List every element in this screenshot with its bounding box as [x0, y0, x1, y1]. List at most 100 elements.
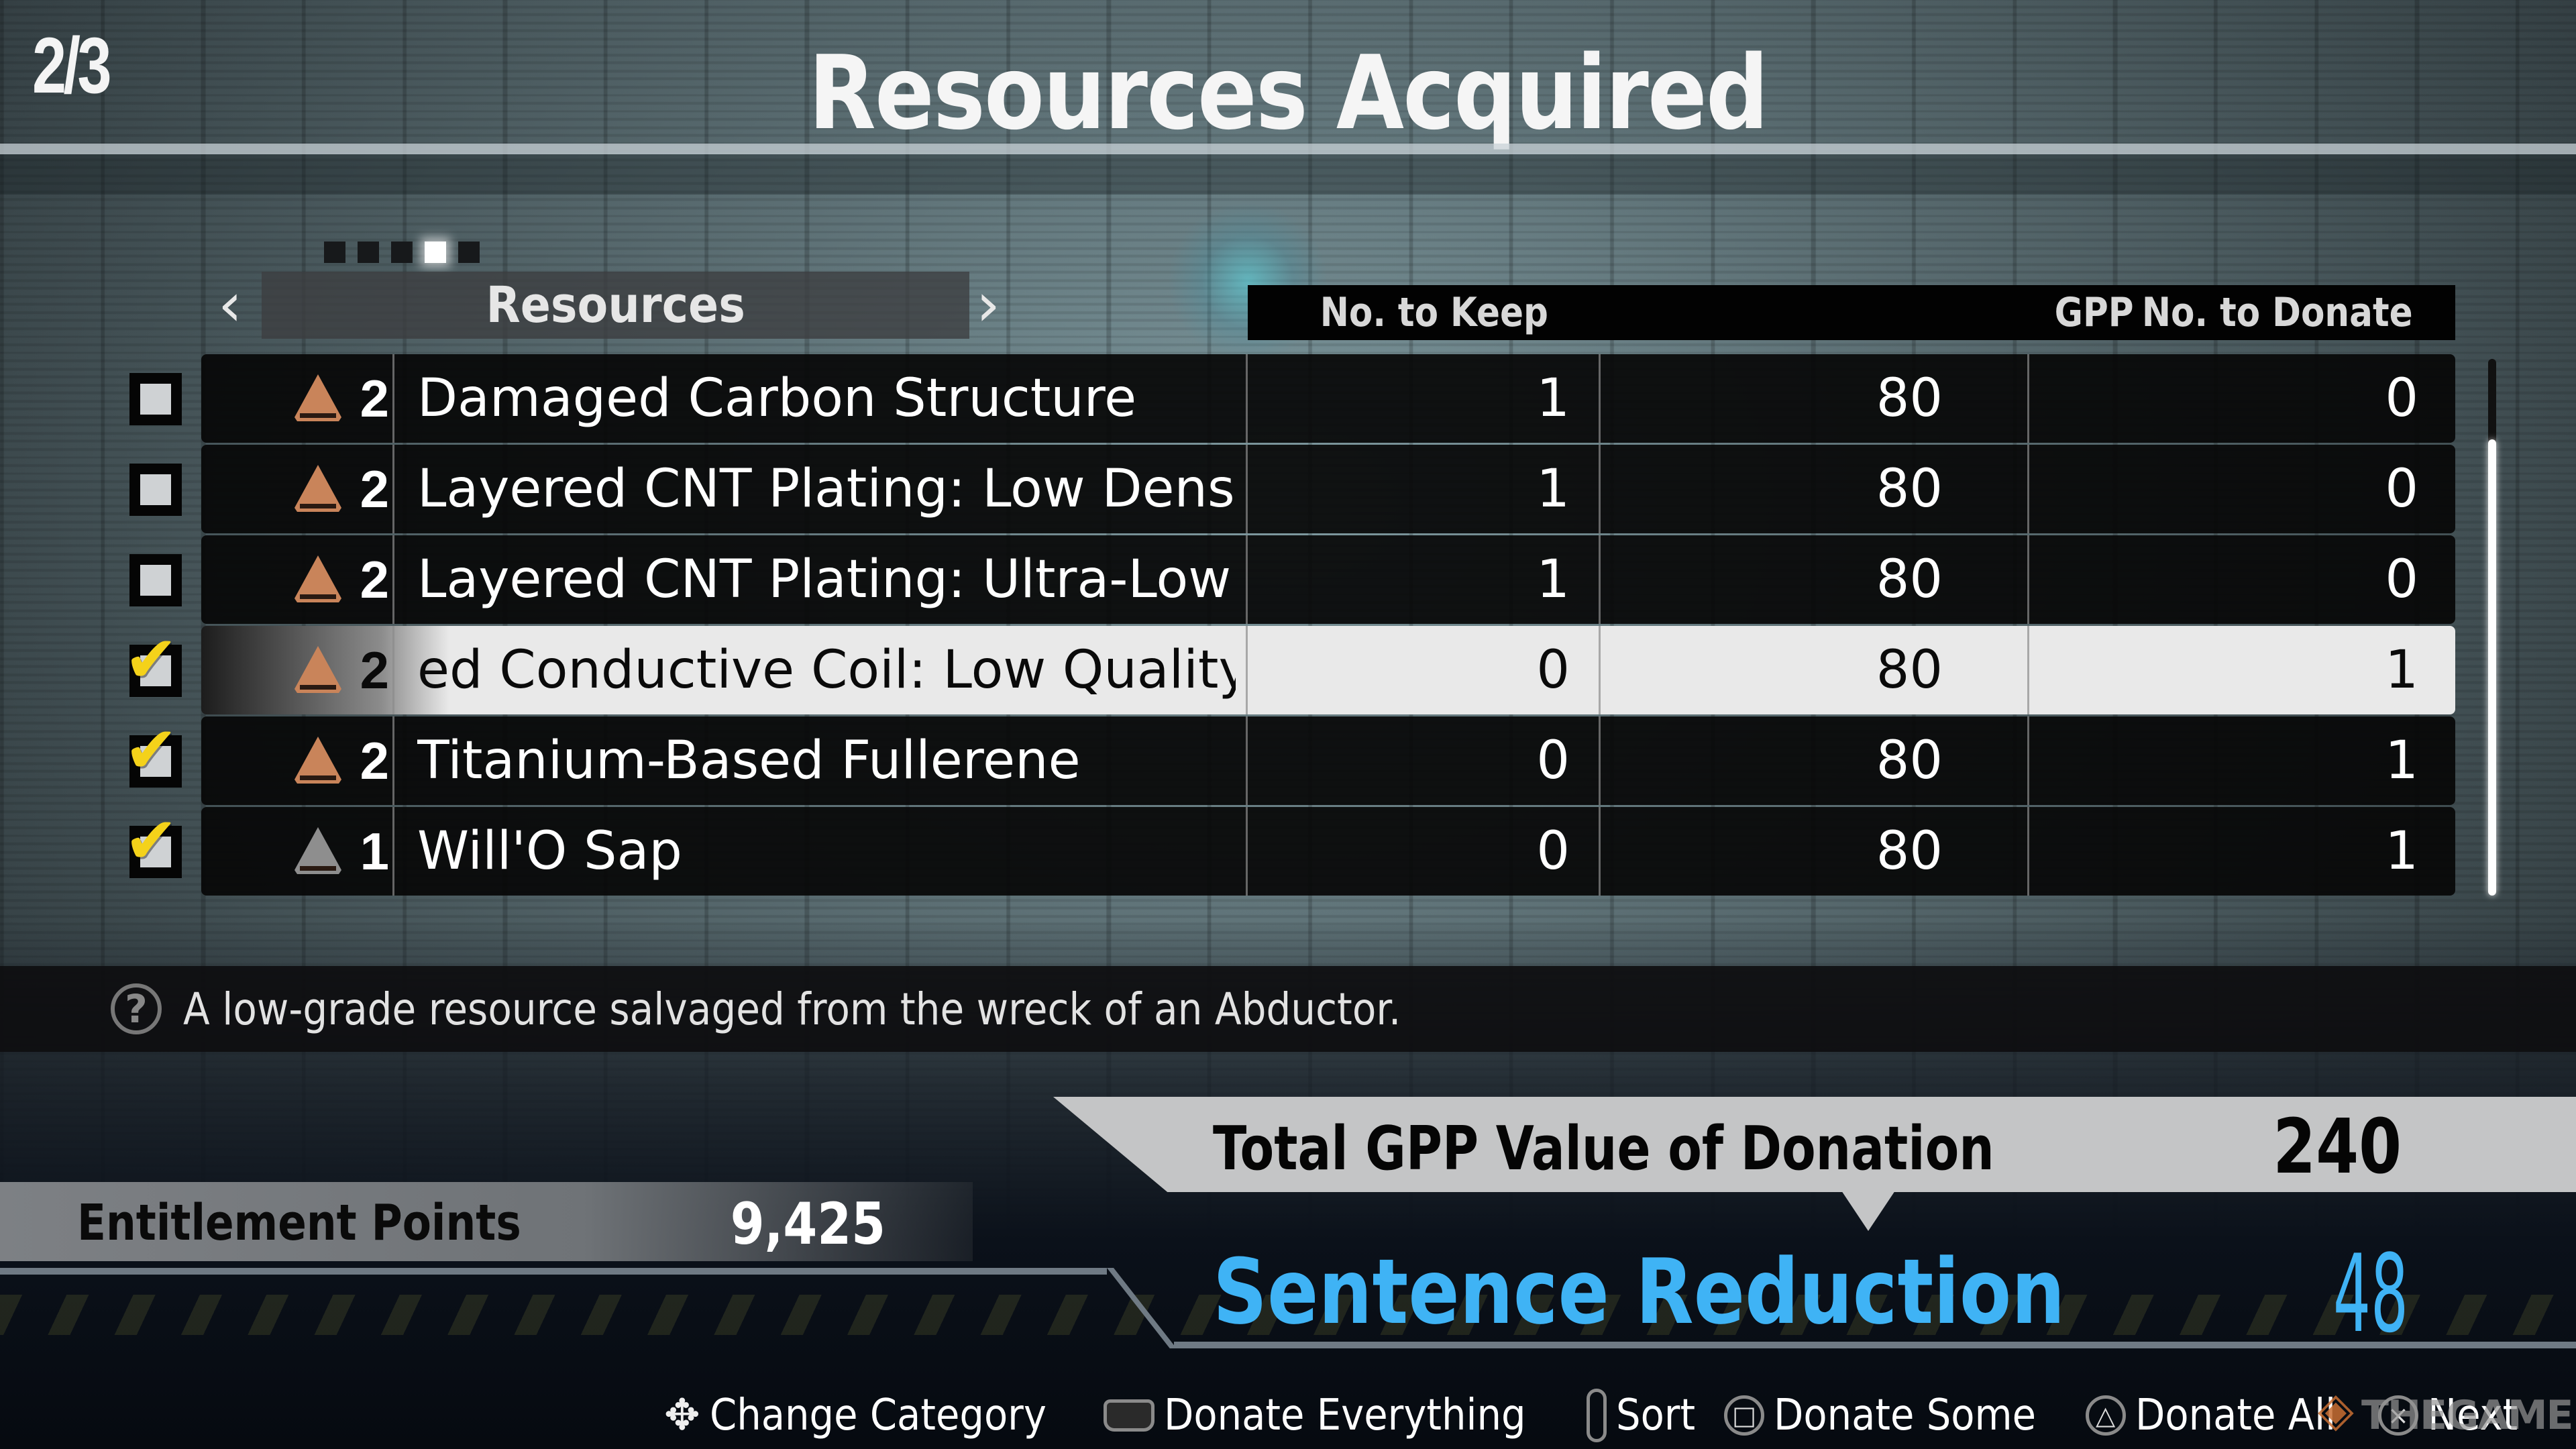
page-dot	[425, 241, 446, 263]
column-header-donate: No. to Donate	[2142, 289, 2414, 336]
keep-count: 0	[1536, 821, 1570, 881]
category-tab[interactable]: Resources	[262, 272, 969, 339]
donate-count: 0	[2385, 549, 2418, 610]
entitlement-points-value: 9,425	[730, 1191, 885, 1258]
column-divider	[392, 535, 394, 624]
donate-checkbox[interactable]: ✔	[124, 808, 182, 878]
checkmark-icon: ✔	[124, 622, 178, 697]
r3-stick-icon	[1586, 1389, 1607, 1442]
category-tab-label: Resources	[486, 276, 745, 334]
rarity-icon	[292, 716, 344, 805]
rarity-icon	[292, 626, 344, 714]
resource-name: Layered CNT Plating: Ultra-Low	[417, 549, 1232, 610]
hint-donate-everything[interactable]: Donate Everything	[1104, 1391, 1566, 1440]
checkbox-box	[140, 474, 171, 505]
dpad-icon: ✥	[664, 1391, 700, 1440]
hint-label: Donate All	[2135, 1391, 2336, 1440]
divider-line	[0, 1268, 1107, 1275]
donate-checkbox[interactable]: ✔	[124, 718, 182, 788]
rarity-icon	[292, 807, 344, 896]
resource-row[interactable]: 2 Layered CNT Plating: Ultra-Low 1 80 0	[201, 535, 2455, 624]
checkbox-box	[140, 384, 171, 415]
button-hints: ✥ Change Category Donate Everything Sort □ Do…	[664, 1389, 2548, 1442]
resource-row[interactable]: 2 Titanium-Based Fullerene 0 80 1	[201, 716, 2455, 805]
triangle-button-icon: △	[2085, 1395, 2126, 1436]
donate-checkbox[interactable]	[129, 373, 182, 425]
square-button-icon: □	[1724, 1395, 1765, 1436]
watermark-logo-icon: ◈	[2318, 1382, 2354, 1437]
keep-count: 1	[1536, 459, 1570, 519]
checkbox-box	[140, 565, 171, 596]
total-gpp-value: 240	[2273, 1104, 2402, 1191]
page-dot	[324, 241, 345, 263]
gpp-value: 80	[1876, 821, 1943, 881]
hint-label: Sort	[1615, 1391, 1695, 1440]
resource-name: Titanium-Based Fullerene	[417, 731, 1081, 791]
resource-row[interactable]: 2 Damaged Carbon Structure 1 80 0	[201, 354, 2455, 443]
chevron-right-icon[interactable]: ›	[976, 275, 1000, 335]
page-dot	[358, 241, 379, 263]
entitlement-points-label: Entitlement Points	[77, 1194, 521, 1252]
page-dot	[391, 241, 413, 263]
keep-count: 1	[1536, 368, 1570, 429]
keep-count: 0	[1536, 640, 1570, 700]
donate-checkbox[interactable]	[129, 464, 182, 516]
gpp-value: 80	[1876, 640, 1943, 700]
resource-name: Will'O Sap	[417, 821, 682, 881]
donate-checkbox[interactable]: ✔	[124, 627, 182, 697]
page-dot	[458, 241, 480, 263]
scrollbar-thumb[interactable]	[2488, 439, 2496, 896]
column-divider	[392, 716, 394, 805]
hint-label: Donate Some	[1774, 1391, 2037, 1440]
gpp-value: 80	[1876, 459, 1943, 519]
hint-change-category[interactable]: ✥ Change Category	[664, 1391, 1083, 1440]
page-title: Resources Acquired	[808, 34, 1768, 152]
resource-row[interactable]: 2 ed Conductive Coil: Low Quality 0 80 1	[201, 626, 2455, 714]
title-band	[0, 154, 2576, 195]
resource-row[interactable]: 1 Will'O Sap 0 80 1	[201, 807, 2455, 896]
donate-count: 1	[2385, 640, 2418, 700]
rarity-level: 2	[360, 731, 389, 790]
total-pointer-arrow	[1841, 1191, 1895, 1231]
keep-count: 0	[1536, 731, 1570, 791]
resource-name: Layered CNT Plating: Low Densi	[417, 459, 1236, 519]
donate-count: 0	[2385, 368, 2418, 429]
hint-label: Donate Everything	[1164, 1391, 1526, 1440]
rarity-level: 2	[360, 640, 389, 700]
donate-count: 1	[2385, 731, 2418, 791]
hint-label: Change Category	[709, 1391, 1046, 1440]
title-divider	[0, 144, 2576, 154]
sentence-reduction-value: 48	[2333, 1231, 2408, 1356]
donate-count: 1	[2385, 821, 2418, 881]
gpp-value: 80	[1876, 731, 1943, 791]
donate-checkbox[interactable]	[129, 554, 182, 606]
resource-row[interactable]: 2 Layered CNT Plating: Low Densi 1 80 0	[201, 445, 2455, 533]
donate-count: 0	[2385, 459, 2418, 519]
rarity-level: 2	[360, 368, 389, 428]
rarity-icon	[292, 354, 344, 443]
hint-donate-some[interactable]: □ Donate Some	[1724, 1391, 2065, 1440]
rarity-icon	[292, 445, 344, 533]
hint-donate-all[interactable]: △ Donate All	[2085, 1391, 2358, 1440]
column-divider	[392, 807, 394, 896]
list-scrollbar[interactable]	[2488, 359, 2496, 896]
chevron-left-icon[interactable]: ‹	[218, 275, 242, 335]
item-description-bar: ? A low-grade resource salvaged from the…	[0, 966, 2576, 1052]
checkmark-icon: ✔	[124, 803, 178, 878]
keep-count: 1	[1536, 549, 1570, 610]
hint-sort[interactable]: Sort	[1586, 1389, 1704, 1442]
rarity-level: 2	[360, 459, 389, 519]
sentence-reduction-label: Sentence Reduction	[1213, 1240, 2065, 1344]
help-icon: ?	[111, 983, 162, 1034]
rarity-level: 1	[360, 821, 389, 881]
gpp-value: 80	[1876, 549, 1943, 610]
resource-name: ed Conductive Coil: Low Quality	[417, 640, 1236, 700]
rarity-icon	[292, 535, 344, 624]
category-page-dots	[324, 241, 480, 263]
column-divider	[392, 354, 394, 443]
touchpad-icon	[1104, 1399, 1155, 1432]
page-counter: 2/3	[32, 21, 112, 110]
resource-name: Damaged Carbon Structure	[417, 368, 1137, 429]
rarity-level: 2	[360, 549, 389, 609]
checkmark-icon: ✔	[124, 712, 178, 788]
